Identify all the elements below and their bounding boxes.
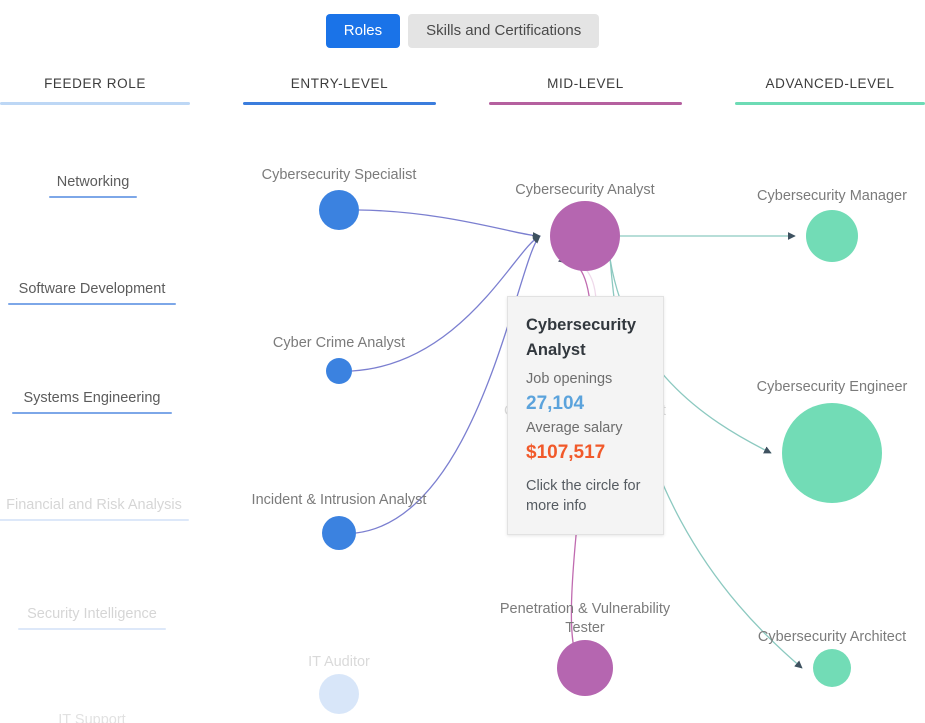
node-circle-cybersecurity-architect[interactable] bbox=[813, 649, 851, 687]
feeder-role-label: Security Intelligence bbox=[18, 606, 166, 622]
feeder-role-systems-engineering[interactable]: Systems Engineering bbox=[12, 390, 172, 414]
feeder-role-security-intelligence[interactable]: Security Intelligence bbox=[18, 606, 166, 630]
feeder-role-networking[interactable]: Networking bbox=[49, 174, 137, 198]
tooltip-hint: Click the circle for more info bbox=[526, 476, 645, 516]
node-circle-cybersecurity-engineer[interactable] bbox=[782, 403, 882, 503]
node-circle-cybersecurity-manager[interactable] bbox=[806, 210, 858, 262]
feeder-role-financial-and-risk-analysis[interactable]: Financial and Risk Analysis bbox=[0, 497, 189, 521]
node-label-penetration-vulnerability-tester: Penetration & Vulnerability Tester bbox=[470, 600, 700, 638]
feeder-role-label: IT Support bbox=[46, 712, 138, 723]
node-label-cybersecurity-manager: Cybersecurity Manager bbox=[717, 187, 925, 206]
feeder-role-label: Systems Engineering bbox=[12, 390, 172, 406]
feeder-role-underline bbox=[18, 628, 166, 630]
node-circle-it-auditor[interactable] bbox=[319, 674, 359, 714]
feeder-role-label: Networking bbox=[49, 174, 137, 190]
node-label-cybersecurity-engineer: Cybersecurity Engineer bbox=[717, 378, 925, 397]
feeder-role-label: Software Development bbox=[8, 281, 176, 297]
node-circle-cyber-crime-analyst[interactable] bbox=[326, 358, 352, 384]
tooltip-openings-value: 27,104 bbox=[526, 390, 645, 418]
tooltip-salary-label: Average salary bbox=[526, 418, 645, 439]
feeder-role-underline bbox=[49, 196, 137, 198]
node-circle-incident-intrusion-analyst[interactable] bbox=[322, 516, 356, 550]
feeder-role-underline bbox=[0, 519, 189, 521]
edge-cybersecurity-specialist-to-cybersecurity-analyst bbox=[359, 210, 540, 236]
node-circle-cybersecurity-analyst[interactable] bbox=[550, 201, 620, 271]
feeder-role-label: Financial and Risk Analysis bbox=[0, 497, 189, 513]
node-circle-penetration-vulnerability-tester[interactable] bbox=[557, 640, 613, 696]
node-label-cyber-crime-analyst: Cyber Crime Analyst bbox=[234, 334, 444, 353]
node-label-incident-intrusion-analyst: Incident & Intrusion Analyst bbox=[224, 491, 454, 510]
node-label-cybersecurity-analyst: Cybersecurity Analyst bbox=[475, 181, 695, 200]
node-label-cybersecurity-architect: Cybersecurity Architect bbox=[717, 628, 925, 647]
tooltip-openings-label: Job openings bbox=[526, 369, 645, 390]
node-tooltip: Cybersecurity Analyst Job openings 27,10… bbox=[507, 296, 664, 535]
tooltip-title: Cybersecurity Analyst bbox=[526, 313, 645, 363]
feeder-role-it-support[interactable]: IT Support bbox=[46, 712, 138, 723]
feeder-role-software-development[interactable]: Software Development bbox=[8, 281, 176, 305]
node-label-cybersecurity-specialist: Cybersecurity Specialist bbox=[234, 166, 444, 185]
tooltip-salary-value: $107,517 bbox=[526, 439, 645, 467]
feeder-role-underline bbox=[12, 412, 172, 414]
feeder-role-underline bbox=[8, 303, 176, 305]
node-circle-cybersecurity-specialist[interactable] bbox=[319, 190, 359, 230]
career-pathway-diagram: Roles Skills and Certifications FEEDER R… bbox=[0, 0, 925, 723]
node-label-it-auditor: IT Auditor bbox=[259, 653, 419, 672]
